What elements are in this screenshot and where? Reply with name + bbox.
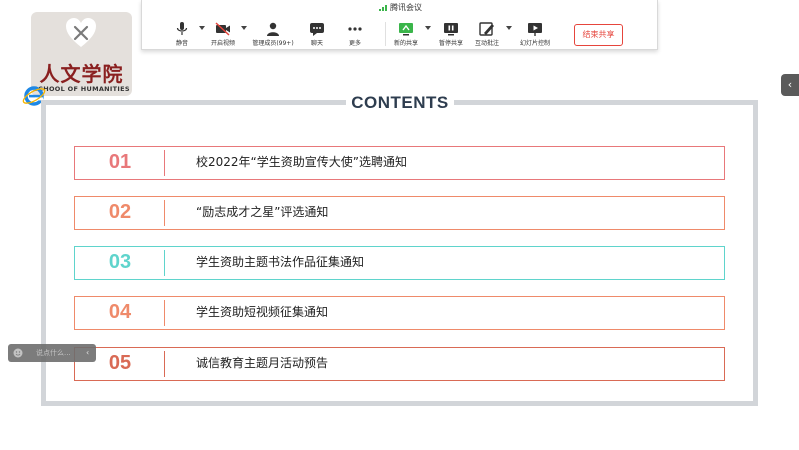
- school-logo: 人文学院 SCHOOL OF HUMANITIES: [31, 12, 132, 96]
- frame-top-right: [454, 100, 758, 105]
- item-divider: [164, 300, 165, 326]
- more-icon: [348, 27, 362, 31]
- contents-item: 03 学生资助主题书法作品征集通知: [74, 246, 725, 280]
- item-number: 03: [108, 251, 132, 273]
- logo-title-en: SCHOOL OF HUMANITIES: [33, 85, 130, 93]
- slideshow-control-button[interactable]: 幻灯片控制: [505, 22, 565, 47]
- item-divider: [164, 150, 165, 176]
- item-text: 学生资助短视频征集通知: [196, 305, 329, 319]
- contents-item: 05 诚信教育主题月活动预告: [74, 347, 725, 381]
- chat-icon: [310, 23, 324, 36]
- chevron-left-icon[interactable]: ‹: [86, 344, 89, 362]
- contents-heading: CONTENTS: [346, 93, 454, 113]
- contents-item: 01 校2022年“学生资助宣传大使”选聘通知: [74, 146, 725, 180]
- item-number: 04: [108, 301, 132, 323]
- item-text: 诚信教育主题月活动预告: [196, 356, 329, 370]
- new-share-icon: [399, 23, 413, 36]
- item-text: 校2022年“学生资助宣传大使”选聘通知: [196, 155, 407, 169]
- chat-placeholder: 说点什么...: [36, 349, 71, 357]
- item-number: 02: [108, 201, 132, 223]
- logo-title-cn: 人文学院: [39, 62, 124, 86]
- end-share-button[interactable]: 结束共享: [574, 24, 623, 46]
- side-panel-toggle[interactable]: ‹: [781, 74, 799, 96]
- screen: 人文学院 SCHOOL OF HUMANITIES 腾讯会议 静音 开启视频 管…: [0, 0, 799, 450]
- meeting-toolbar: 腾讯会议 静音 开启视频 管理成员(99+) 聊天 更多 新的共享 暂停共享 互…: [141, 0, 658, 50]
- chat-input[interactable]: 说点什么... ‹: [8, 344, 96, 362]
- frame-right: [753, 100, 758, 406]
- frame-top-left: [41, 100, 346, 105]
- signal-icon: [379, 4, 387, 11]
- members-icon: [267, 22, 279, 36]
- item-divider: [164, 200, 165, 226]
- heart-emblem-icon: [66, 18, 96, 47]
- meeting-app-title: 腾讯会议: [142, 2, 659, 13]
- item-divider: [164, 250, 165, 276]
- item-text: 学生资助主题书法作品征集通知: [196, 255, 365, 269]
- microphone-icon: [176, 22, 188, 35]
- item-divider: [164, 351, 165, 377]
- contents-item: 02 “励志成才之星”评选通知: [74, 196, 725, 230]
- item-text: “励志成才之星”评选通知: [196, 205, 329, 219]
- annotate-icon: [479, 22, 494, 36]
- video-off-icon: [215, 22, 230, 36]
- slideshow-control-label: 幻灯片控制: [519, 40, 550, 47]
- slideshow-icon: [528, 23, 542, 36]
- contents-item: 04 学生资助短视频征集通知: [74, 296, 725, 330]
- frame-bottom: [41, 401, 758, 406]
- item-number: 01: [108, 151, 132, 173]
- meeting-title-text: 腾讯会议: [390, 3, 422, 12]
- emoji-icon[interactable]: [13, 348, 23, 358]
